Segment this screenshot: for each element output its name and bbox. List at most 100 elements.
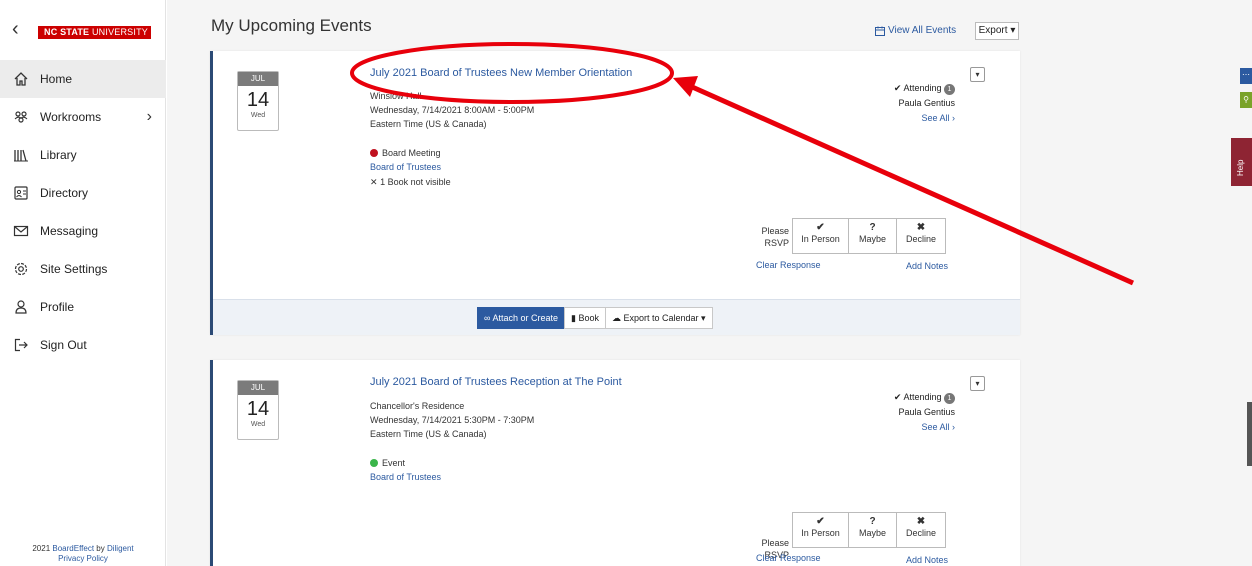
more-options-widget[interactable]: ⋯	[1240, 68, 1252, 84]
attach-or-create-button[interactable]: ∞ Attach or Create	[477, 307, 565, 329]
attendance-summary: ✔ Attending 1 Paula Gentius See All ›	[853, 81, 955, 126]
see-all-link[interactable]: See All ›	[853, 420, 955, 435]
event-category: Board Meeting	[370, 148, 441, 158]
boardeffect-link[interactable]: BoardEffect	[52, 544, 94, 553]
export-calendar-label: Export to Calendar ▾	[623, 313, 706, 323]
sign-out-icon	[12, 336, 30, 354]
sidebar: ‹ NC STATE UNIVERSITY Home Workrooms › L…	[0, 0, 166, 566]
sidebar-item-directory[interactable]: Directory	[0, 174, 166, 212]
app-window: ‹ NC STATE UNIVERSITY Home Workrooms › L…	[0, 0, 1252, 566]
date-day: 14	[246, 89, 270, 111]
sidebar-item-label: Directory	[40, 186, 89, 200]
search-icon: ⚲	[1243, 95, 1249, 104]
view-all-events-link[interactable]: View All Events	[875, 25, 956, 36]
book-button[interactable]: ▮ Book	[563, 307, 606, 329]
event-card: JUL 14 Wed July 2021 Board of Trustees R…	[210, 360, 1020, 566]
rsvp-in-person-button[interactable]: ✔ In Person	[793, 513, 849, 547]
close-icon: ✖	[916, 516, 926, 527]
rsvp-option-label: In Person	[801, 528, 840, 538]
rsvp-option-label: Maybe	[858, 234, 886, 244]
event-card: JUL 14 Wed July 2021 Board of Trustees N…	[210, 51, 1020, 335]
see-all-link[interactable]: See All ›	[853, 111, 955, 126]
eye-slash-icon: ✕︎	[370, 177, 378, 187]
sidebar-item-label: Messaging	[40, 224, 99, 238]
hidden-books-note: ✕︎ 1 Book not visible	[370, 177, 451, 188]
sidebar-item-sign-out[interactable]: Sign Out	[0, 326, 166, 364]
check-icon: ✔	[816, 516, 825, 527]
rsvp-in-person-button[interactable]: ✔ In Person	[793, 219, 849, 253]
rsvp-option-label: Maybe	[858, 528, 886, 538]
sidebar-item-library[interactable]: Library	[0, 136, 166, 174]
rsvp-decline-button[interactable]: ✖ Decline	[897, 219, 945, 253]
page-title: My Upcoming Events	[211, 16, 372, 35]
logo-text-bold: NC STATE	[44, 27, 90, 37]
date-weekday: Wed	[250, 421, 266, 428]
book-icon: ▮	[570, 313, 576, 323]
event-datetime: Wednesday, 7/14/2021 8:00AM - 5:00PM	[370, 105, 535, 115]
add-notes-link[interactable]: Add Notes	[906, 261, 948, 271]
export-dropdown[interactable]: Export ▾	[975, 22, 1019, 40]
sidebar-item-profile[interactable]: Profile	[0, 288, 166, 326]
calendar-date-tile: JUL 14 Wed	[237, 380, 279, 440]
diligent-link[interactable]: Diligent	[107, 544, 134, 553]
event-title-link[interactable]: July 2021 Board of Trustees New Member O…	[370, 67, 632, 79]
date-month: JUL	[238, 381, 278, 395]
attending-label: Attending	[903, 83, 942, 93]
question-icon: ?	[869, 516, 876, 527]
calendar-icon	[875, 26, 885, 36]
attending-label: Attending	[903, 392, 942, 402]
rsvp-option-label: In Person	[801, 234, 840, 244]
rsvp-button-group: ✔ In Person ? Maybe ✖ Decline	[792, 218, 946, 254]
library-icon	[12, 146, 30, 164]
privacy-policy-link[interactable]: Privacy Policy	[0, 554, 166, 564]
event-location: Winslow Hall	[370, 91, 422, 101]
person-icon	[12, 298, 30, 316]
rsvp-option-label: Decline	[905, 528, 936, 538]
sidebar-item-messaging[interactable]: Messaging	[0, 212, 166, 250]
view-all-label: View All Events	[888, 25, 957, 36]
nc-state-logo[interactable]: NC STATE UNIVERSITY	[38, 26, 151, 39]
sidebar-footer: 2021 BoardEffect by Diligent Privacy Pol…	[0, 544, 166, 566]
export-to-calendar-button[interactable]: ☁ Export to Calendar ▾	[604, 307, 713, 329]
check-icon: ✔	[816, 222, 825, 233]
chevron-down-icon: ▾	[975, 379, 980, 388]
rsvp-maybe-button[interactable]: ? Maybe	[849, 513, 897, 547]
clear-response-link[interactable]: Clear Response	[756, 260, 821, 270]
date-weekday: Wed	[250, 112, 266, 119]
close-icon: ✖	[916, 222, 926, 233]
directory-icon	[12, 184, 30, 202]
attendance-summary: ✔ Attending 1 Paula Gentius See All ›	[853, 390, 955, 435]
event-group-link[interactable]: Board of Trustees	[370, 472, 441, 482]
chevron-right-icon: ›	[146, 108, 152, 125]
event-options-dropdown[interactable]: ▾	[970, 67, 985, 82]
event-group-link[interactable]: Board of Trustees	[370, 162, 441, 172]
search-widget[interactable]: ⚲	[1240, 92, 1252, 108]
add-notes-link[interactable]: Add Notes	[906, 555, 948, 565]
clear-response-link[interactable]: Clear Response	[756, 553, 821, 563]
sidebar-item-home[interactable]: Home	[0, 60, 166, 98]
sidebar-item-label: Home	[40, 72, 73, 86]
help-tab[interactable]: Help	[1231, 138, 1252, 186]
event-timezone: Eastern Time (US & Canada)	[370, 119, 487, 129]
help-label: Help	[1236, 159, 1245, 176]
attending-count-badge: 1	[944, 393, 955, 404]
event-title-link[interactable]: July 2021 Board of Trustees Reception at…	[370, 376, 622, 388]
event-options-dropdown[interactable]: ▾	[970, 376, 985, 391]
category-dot	[370, 149, 378, 157]
attendee-name: Paula Gentius	[898, 407, 955, 417]
category-label: Event	[382, 458, 406, 468]
cloud-icon: ☁	[611, 313, 621, 323]
sidebar-item-workrooms[interactable]: Workrooms ›	[0, 98, 166, 136]
by-text: by	[94, 544, 107, 553]
rsvp-decline-button[interactable]: ✖ Decline	[897, 513, 945, 547]
hidden-books-label: 1 Book not visible	[380, 177, 451, 187]
sidebar-item-site-settings[interactable]: Site Settings	[0, 250, 166, 288]
event-category: Event	[370, 458, 405, 468]
attending-count-badge: 1	[944, 84, 955, 95]
sidebar-item-label: Workrooms	[40, 110, 102, 124]
sidebar-item-label: Sign Out	[40, 338, 87, 352]
question-icon: ?	[869, 222, 876, 233]
back-chevron-icon[interactable]: ‹	[12, 18, 19, 41]
event-timezone: Eastern Time (US & Canada)	[370, 429, 487, 439]
rsvp-maybe-button[interactable]: ? Maybe	[849, 219, 897, 253]
